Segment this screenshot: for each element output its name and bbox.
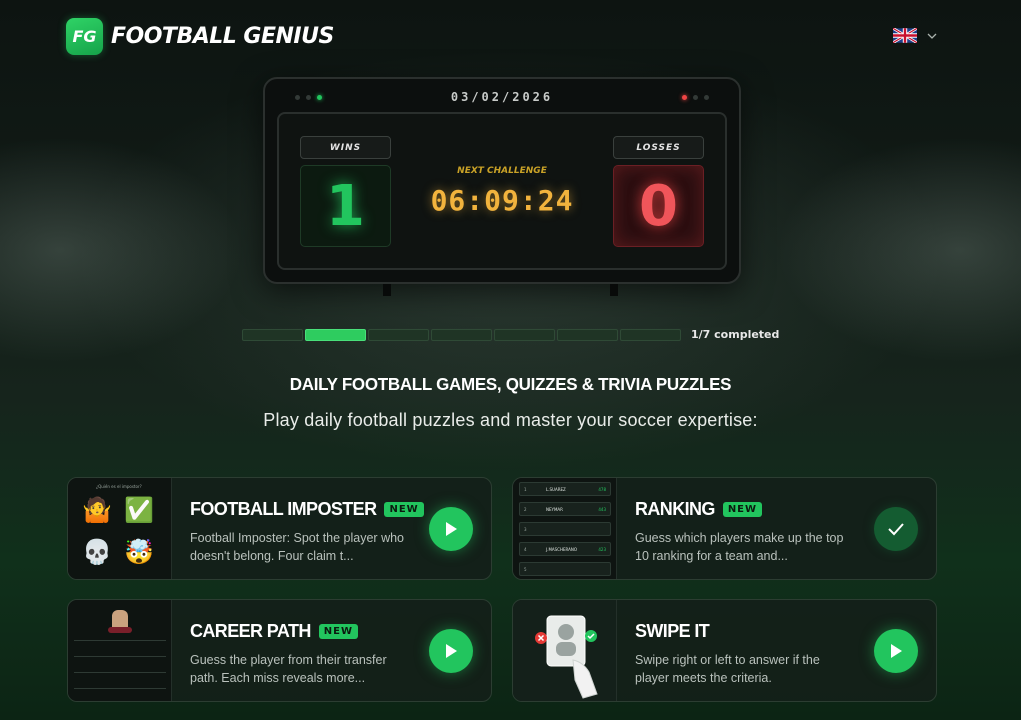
game-description: Football Imposter: Spot the player who d… xyxy=(190,531,405,563)
ranking-row-rank: 3 xyxy=(524,527,527,532)
shrug-emoji-icon: 🤷 xyxy=(82,496,112,524)
play-button[interactable] xyxy=(429,629,473,673)
scoreboard-date: 03/02/2026 xyxy=(450,90,554,104)
check-emoji-icon: ✅ xyxy=(124,496,154,524)
progress-segment xyxy=(242,329,303,341)
mind-blown-emoji-icon: 🤯 xyxy=(124,538,154,566)
new-badge: NEW xyxy=(318,624,358,639)
game-title: FOOTBALL IMPOSTER xyxy=(190,499,377,519)
losses-label: LOSSES xyxy=(613,136,704,159)
play-icon xyxy=(891,644,902,658)
chevron-down-icon xyxy=(927,33,937,39)
career-path-thumbnail xyxy=(68,600,172,701)
ranking-row-value: 423 xyxy=(598,547,606,552)
new-badge: NEW xyxy=(384,502,424,517)
football-imposter-thumbnail: ¿Quién es el impostor? 🤷 ✅ 💀 🤯 xyxy=(68,478,172,579)
losses-count: 0 xyxy=(613,165,704,247)
progress-segment xyxy=(620,329,681,341)
play-button[interactable] xyxy=(429,507,473,551)
game-title: CAREER PATH xyxy=(190,621,311,641)
ranking-row: 5 xyxy=(519,562,611,576)
game-card-swipe-it[interactable]: SWIPE IT Swipe right or left to answer i… xyxy=(512,599,937,702)
progress-label: 1/7 completed xyxy=(691,328,780,341)
ranking-thumbnail: 1 L.SUAREZ 478 2 NEYMAR 443 3 4 J.MASCHERANO 423 5 xyxy=(513,478,617,579)
progress-bar xyxy=(242,329,681,341)
scoreboard-panel: WINS 1 NEXT CHALLENGE 06:09:24 LOSSES 0 xyxy=(277,112,727,270)
swipe-it-thumbnail xyxy=(513,600,617,701)
swipe-card-illustration-icon xyxy=(535,615,598,699)
game-card-ranking[interactable]: 1 L.SUAREZ 478 2 NEYMAR 443 3 4 J.MASCHERANO 423 5… xyxy=(512,477,937,580)
ranking-row-name: J.MASCHERANO xyxy=(546,547,577,552)
scoreboard-leg-right xyxy=(610,284,618,296)
play-icon xyxy=(446,522,457,536)
page-subtitle: Play daily football puzzles and master y… xyxy=(263,410,758,430)
page-headline: DAILY FOOTBALL GAMES, QUIZZES & TRIVIA P… xyxy=(289,374,732,395)
ranking-row: 4 J.MASCHERANO 423 xyxy=(519,542,611,556)
ranking-row-name: NEYMAR xyxy=(546,507,563,512)
ranking-row-rank: 4 xyxy=(524,547,527,552)
logo[interactable]: FG FOOTBALL GENIUS xyxy=(66,18,334,55)
checkmark-icon xyxy=(888,523,904,536)
game-title: SWIPE IT xyxy=(635,621,710,641)
game-card-football-imposter[interactable]: ¿Quién es el impostor? 🤷 ✅ 💀 🤯 FOOTBALL … xyxy=(67,477,492,580)
scoreboard-leg-left xyxy=(383,284,391,296)
ranking-row: 1 L.SUAREZ 478 xyxy=(519,482,611,496)
game-card-career-path[interactable]: CAREER PATH NEW Guess the player from th… xyxy=(67,599,492,702)
logo-text: FOOTBALL GENIUS xyxy=(111,24,334,49)
ranking-row: 2 NEYMAR 443 xyxy=(519,502,611,516)
ranking-row-rank: 5 xyxy=(524,567,527,572)
ranking-row-name: L.SUAREZ xyxy=(546,487,566,492)
game-description: Guess which players make up the top 10 r… xyxy=(635,531,844,563)
skull-emoji-icon: 💀 xyxy=(82,538,112,566)
play-button[interactable] xyxy=(874,629,918,673)
wins-label: WINS xyxy=(300,136,391,159)
progress-segment xyxy=(368,329,429,341)
progress-segment xyxy=(305,329,366,341)
logo-badge: FG xyxy=(66,18,103,55)
language-selector[interactable] xyxy=(893,28,937,43)
ranking-row-rank: 2 xyxy=(524,507,527,512)
progress-segment xyxy=(431,329,492,341)
game-title: RANKING xyxy=(635,499,715,519)
ranking-row-rank: 1 xyxy=(524,487,527,492)
progress-segment xyxy=(494,329,555,341)
progress-segment xyxy=(557,329,618,341)
play-icon xyxy=(446,644,457,658)
ranking-row-value: 443 xyxy=(598,507,606,512)
ranking-row: 3 xyxy=(519,522,611,536)
game-description: Guess the player from their transfer pat… xyxy=(190,653,387,685)
ranking-row-value: 478 xyxy=(598,487,606,492)
new-badge: NEW xyxy=(722,502,763,517)
uk-flag-icon xyxy=(893,28,917,43)
status-lights-right xyxy=(682,95,709,100)
scoreboard: 03/02/2026 WINS 1 NEXT CHALLENGE 06:09:2… xyxy=(263,77,741,284)
completed-button[interactable] xyxy=(874,507,918,551)
game-description: Swipe right or left to answer if the pla… xyxy=(635,653,820,685)
